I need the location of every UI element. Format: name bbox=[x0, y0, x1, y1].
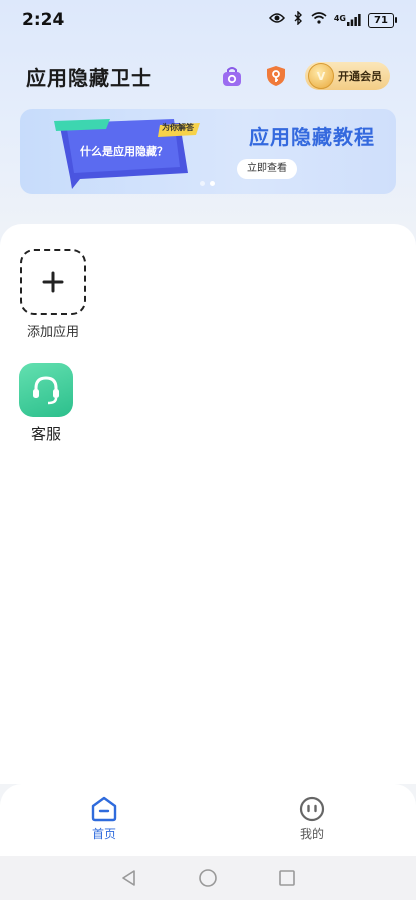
shield-key-icon[interactable] bbox=[261, 61, 291, 91]
vip-button[interactable]: V 开通会员 bbox=[305, 62, 390, 90]
app-header: 应用隐藏卫士 V 开通会员 bbox=[0, 52, 416, 100]
page-title: 应用隐藏卫士 bbox=[26, 65, 152, 90]
bluetooth-icon bbox=[292, 10, 304, 29]
banner-art-tag: 为你解答 bbox=[162, 123, 194, 132]
add-app-label: 添加应用 bbox=[26, 325, 79, 340]
home-icon bbox=[91, 796, 117, 822]
customer-service-label: 客服 bbox=[30, 425, 61, 443]
battery-indicator: 71 bbox=[368, 12, 397, 28]
profile-face-icon bbox=[299, 796, 325, 822]
nav-profile[interactable]: 我的 bbox=[208, 784, 416, 856]
add-app-button[interactable] bbox=[20, 249, 86, 315]
tutorial-banner[interactable]: 为你解答 什么是应用隐藏？ 应用隐藏教程 立即查看 bbox=[20, 109, 396, 194]
vip-coin-icon: V bbox=[308, 63, 334, 89]
pagination-dot-active[interactable] bbox=[210, 181, 215, 186]
pagination-dot[interactable] bbox=[200, 181, 205, 186]
eye-icon bbox=[268, 12, 285, 28]
system-nav-bar bbox=[0, 856, 416, 900]
customer-service-tile[interactable]: 客服 bbox=[10, 363, 82, 444]
back-icon[interactable] bbox=[116, 865, 142, 891]
banner-view-button[interactable]: 立即查看 bbox=[237, 159, 297, 179]
add-app-tile[interactable]: 添加应用 bbox=[17, 249, 89, 340]
wifi-icon bbox=[311, 12, 327, 28]
recents-icon[interactable] bbox=[274, 865, 300, 891]
status-icons: 4G 71 bbox=[268, 10, 397, 29]
banner-title: 应用隐藏教程 bbox=[249, 125, 375, 149]
banner-art-text: 什么是应用隐藏？ bbox=[80, 145, 168, 158]
status-time: 2:24 bbox=[22, 10, 65, 30]
nav-profile-label: 我的 bbox=[299, 827, 324, 841]
header-actions: V 开通会员 bbox=[217, 61, 390, 91]
app-list-card: 添加应用 客服 bbox=[0, 224, 416, 784]
status-bar: 2:24 4G 71 bbox=[0, 0, 416, 40]
plus-icon bbox=[42, 271, 64, 293]
banner-pagination bbox=[200, 181, 215, 186]
lock-bag-icon[interactable] bbox=[217, 61, 247, 91]
headset-icon[interactable] bbox=[19, 363, 73, 417]
signal-icon: 4G bbox=[334, 14, 361, 26]
home-circle-icon[interactable] bbox=[195, 865, 221, 891]
nav-home-label: 首页 bbox=[91, 827, 116, 841]
network-type: 4G bbox=[333, 14, 346, 23]
bottom-nav: 首页 我的 bbox=[0, 784, 416, 856]
nav-home[interactable]: 首页 bbox=[0, 784, 208, 856]
vip-label: 开通会员 bbox=[338, 70, 382, 83]
